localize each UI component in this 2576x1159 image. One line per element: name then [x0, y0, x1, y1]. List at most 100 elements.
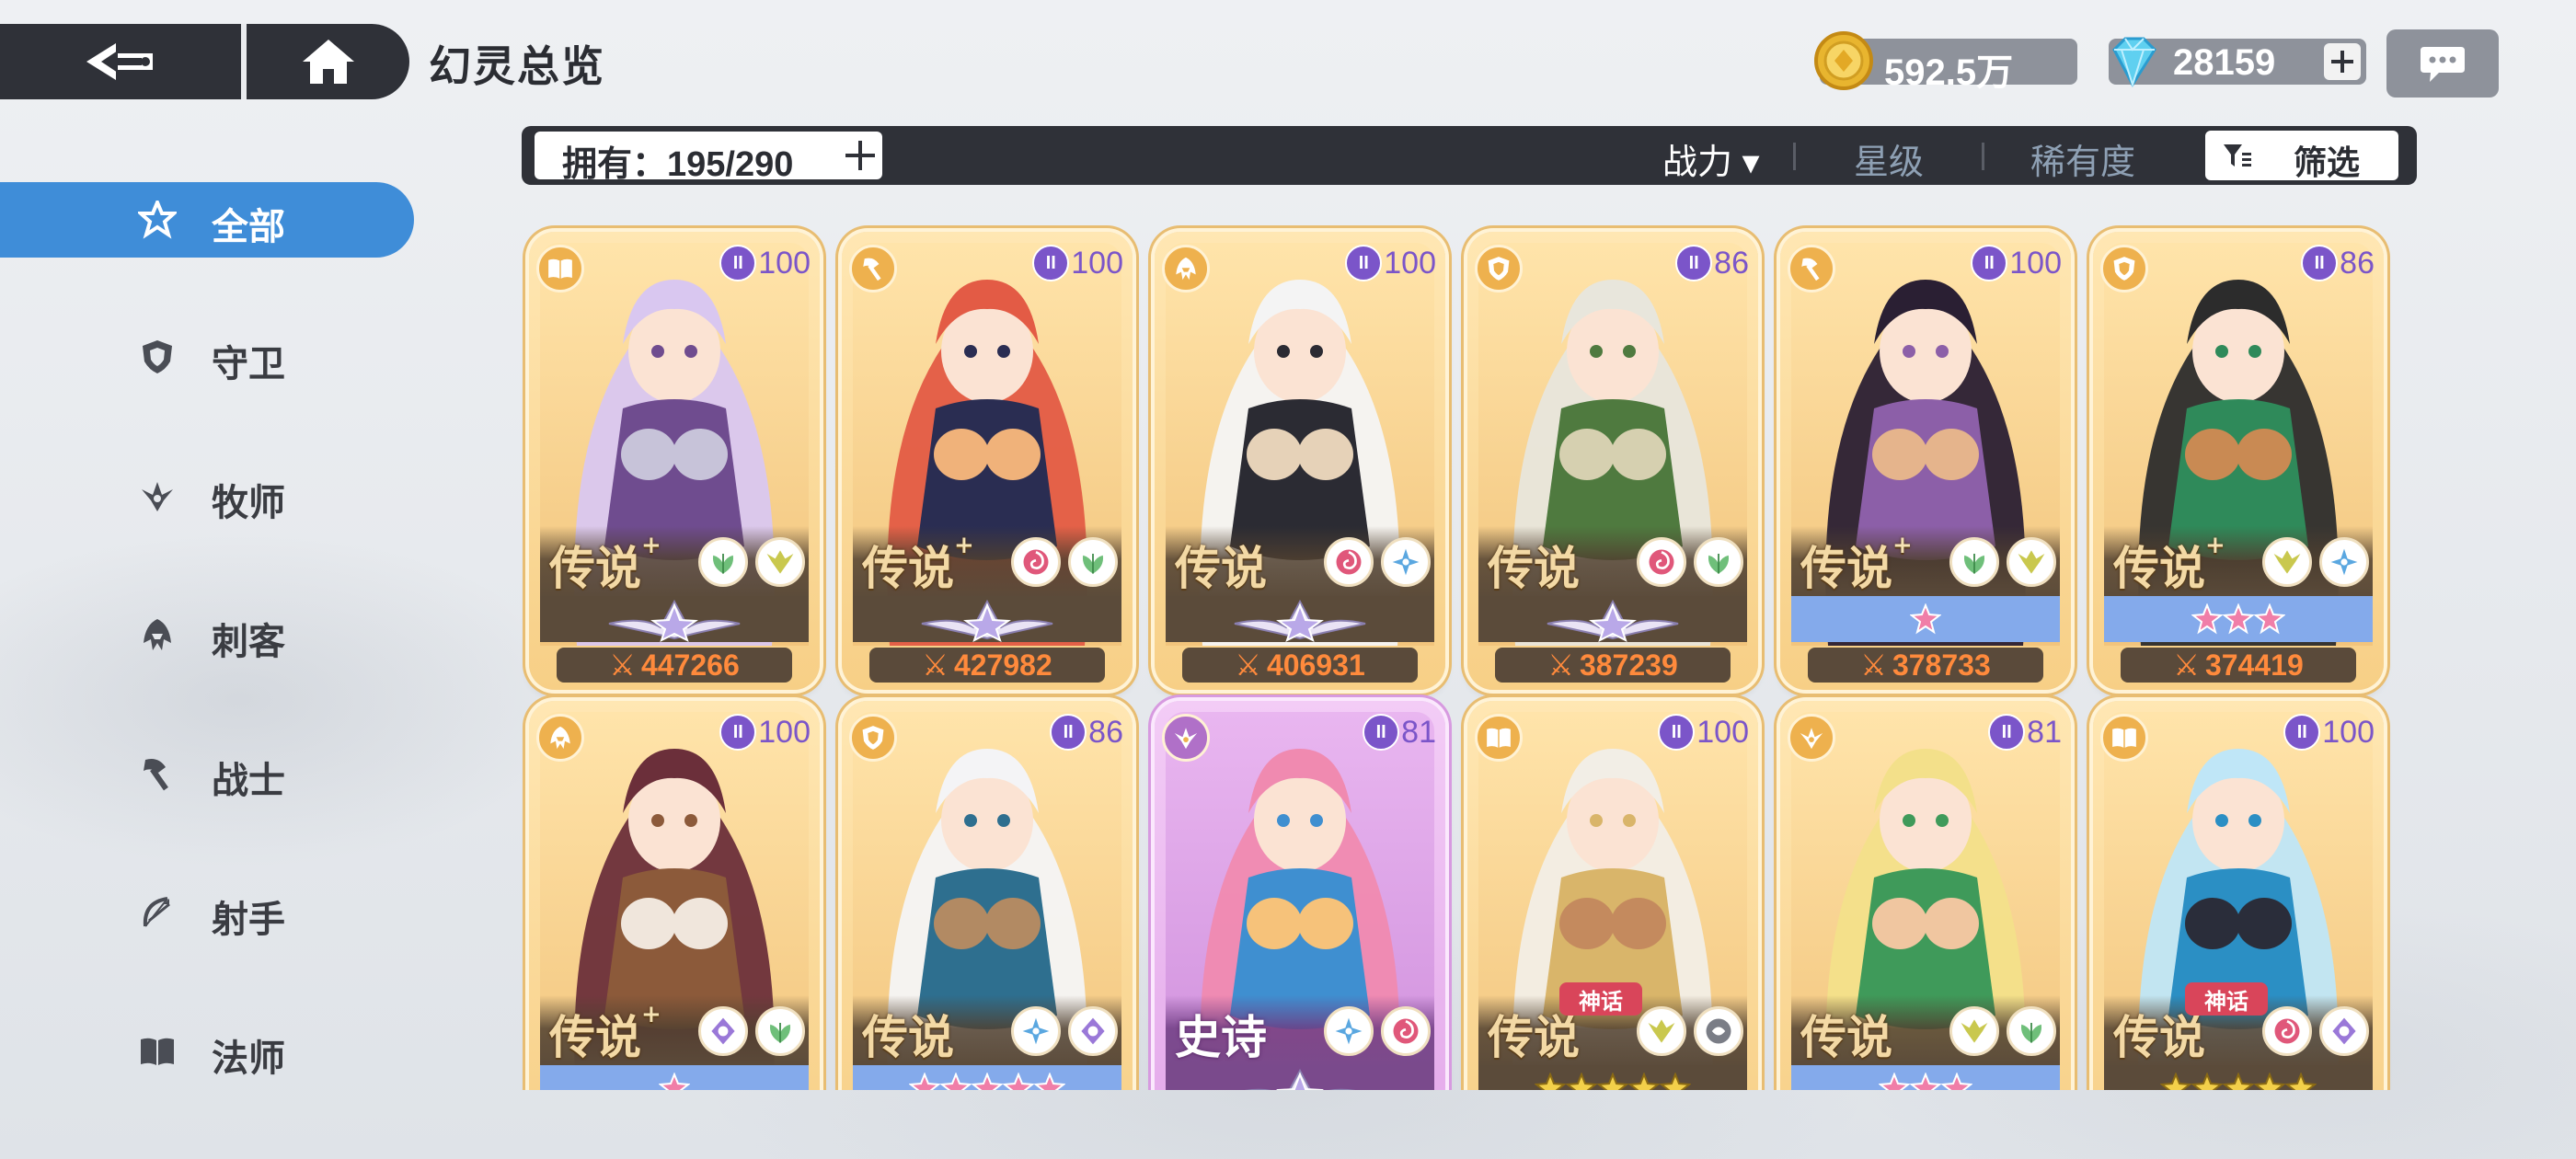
sort-power-button[interactable]: 战力 ▾ [1662, 133, 1760, 184]
hero-card[interactable]: II 100 传说+ ⚔ 427982 [842, 232, 1133, 690]
frost-element-icon [1324, 1006, 1374, 1056]
book-icon [2100, 714, 2148, 762]
hero-card[interactable]: II 100 传说+ ⚔ 378733 [1780, 232, 2071, 690]
assassin-icon [536, 714, 584, 762]
assassin-icon [138, 615, 177, 654]
myth-badge: 神话 [1559, 982, 1642, 1016]
hero-card[interactable]: II 86 传说+ ⚔ 374419 [2093, 232, 2384, 690]
sidebar-item-3[interactable]: 刺客 [0, 597, 414, 672]
hero-card[interactable]: II86传说⚔ [842, 701, 1133, 1090]
level-value: 100 [1071, 245, 1123, 281]
axe-icon [138, 754, 177, 793]
all-classes-icon [135, 197, 179, 239]
rarity-text: 传说 [2113, 541, 2205, 595]
priest-icon [1788, 714, 1835, 762]
hero-grid: II 100 传说+ ⚔ 447266 II 100 传说+ ⚔ 427982 II 100 传说 ⚔ 40… [515, 212, 2429, 1090]
hero-card[interactable]: II100传说神话⚔ [1467, 701, 1758, 1090]
sidebar-item-label: 牧师 [212, 483, 285, 523]
level-pause-icon: II [1658, 714, 1696, 751]
gold-counter: 592.5万 [1814, 31, 2077, 93]
rarity-label: 史诗 [1175, 1001, 1267, 1067]
star-rating [1791, 1065, 2060, 1090]
power-number: 378733 [1892, 648, 1991, 682]
home-button[interactable] [247, 24, 409, 99]
gold-coin-icon [1814, 31, 1873, 90]
filter-button[interactable]: 筛选 [2205, 131, 2398, 181]
rarity-label: 传说+ [1800, 532, 1913, 598]
star-rating [1478, 596, 1747, 642]
crossed-swords-icon: ⚔ [2173, 648, 2200, 682]
shield-icon [849, 714, 897, 762]
void-element-icon [1068, 1006, 1118, 1056]
dark-element-icon [1694, 1006, 1743, 1056]
level-indicator: II 100 [1345, 245, 1436, 281]
sidebar-item-1[interactable]: 守卫 [0, 319, 414, 395]
nature-element-icon [1949, 537, 1999, 587]
level-indicator: II 100 [1032, 245, 1123, 281]
sidebar-item-label: 全部 [212, 207, 285, 247]
level-indicator: II 100 [719, 245, 811, 281]
sidebar-item-6[interactable]: 法师 [0, 1014, 414, 1089]
rarity-text: 传说 [862, 1010, 954, 1064]
filter-funnel-icon [2224, 144, 2251, 166]
hero-card[interactable]: II81传说⚔ [1780, 701, 2071, 1090]
rarity-label: 传说 [1488, 532, 1580, 598]
chat-bubble-icon [2421, 47, 2465, 82]
chaos-element-icon [1011, 537, 1061, 587]
sidebar-item-5[interactable]: 射手 [0, 875, 414, 950]
level-indicator: II 81 [1988, 714, 2062, 751]
sort-stars-button[interactable]: 星级 [1854, 133, 1924, 184]
level-value: 81 [1401, 714, 1436, 750]
rarity-label: 传说 [862, 1001, 954, 1067]
back-button[interactable] [0, 24, 241, 99]
star-rating [1791, 596, 2060, 642]
sort-rarity-button[interactable]: 稀有度 [2030, 133, 2135, 184]
hero-card[interactable]: II 100 传说+ ⚔ 447266 [529, 232, 820, 690]
level-pause-icon: II [719, 714, 757, 751]
void-element-icon [2319, 1006, 2369, 1056]
level-pause-icon: II [1971, 245, 2008, 281]
chat-button[interactable] [2386, 29, 2499, 98]
hero-card[interactable]: II81史诗⚔ [1155, 701, 1445, 1090]
add-gems-button[interactable] [2324, 43, 2361, 80]
level-value: 86 [1714, 245, 1749, 281]
page-title: 幻灵总览 [429, 42, 605, 90]
sort-divider [1982, 143, 1984, 170]
rarity-text: 传说 [1800, 1010, 1892, 1064]
gem-counter: 28159 [2109, 37, 2366, 88]
rarity-plus: + [641, 1001, 661, 1028]
power-value: ⚔ 427982 [869, 648, 1105, 683]
back-arrow-icon [86, 43, 153, 80]
sidebar-item-2[interactable]: 牧师 [0, 458, 414, 534]
hero-card[interactable]: II 100 传说 ⚔ 406931 [1155, 232, 1445, 690]
power-number: 427982 [953, 648, 1052, 682]
level-indicator: II 86 [1050, 714, 1123, 751]
hero-card[interactable]: II100传说神话⚔ [2093, 701, 2384, 1090]
power-number: 447266 [640, 648, 740, 682]
priest-icon [138, 476, 177, 515]
hero-card[interactable]: II 86 传说 ⚔ 387239 [1467, 232, 1758, 690]
sidebar-item-label: 法师 [212, 1039, 285, 1079]
expand-capacity-plus-icon[interactable] [844, 139, 877, 172]
sidebar-item-0[interactable]: 全部 [0, 182, 414, 258]
book-icon [1475, 714, 1523, 762]
level-value: 86 [1088, 714, 1123, 750]
rarity-label: 传说+ [549, 1001, 661, 1067]
plus-icon [2331, 51, 2353, 73]
axe-icon [849, 245, 897, 293]
star-rating [540, 1065, 809, 1090]
rarity-plus: + [641, 532, 661, 559]
level-value: 100 [758, 714, 811, 750]
owned-count-box: 拥有：195/290 [535, 132, 882, 184]
level-pause-icon: II [1345, 245, 1383, 281]
priest-icon [1162, 714, 1210, 762]
hero-card[interactable]: II100传说+⚔ [529, 701, 820, 1090]
sidebar-item-4[interactable]: 战士 [0, 736, 414, 811]
myth-badge: 神话 [2185, 982, 2268, 1016]
shield-icon [2100, 245, 2148, 293]
light-element-icon [2007, 537, 2056, 587]
power-number: 387239 [1579, 648, 1678, 682]
level-value: 100 [758, 245, 811, 281]
rarity-text: 传说 [549, 541, 641, 595]
void-element-icon [698, 1006, 748, 1056]
